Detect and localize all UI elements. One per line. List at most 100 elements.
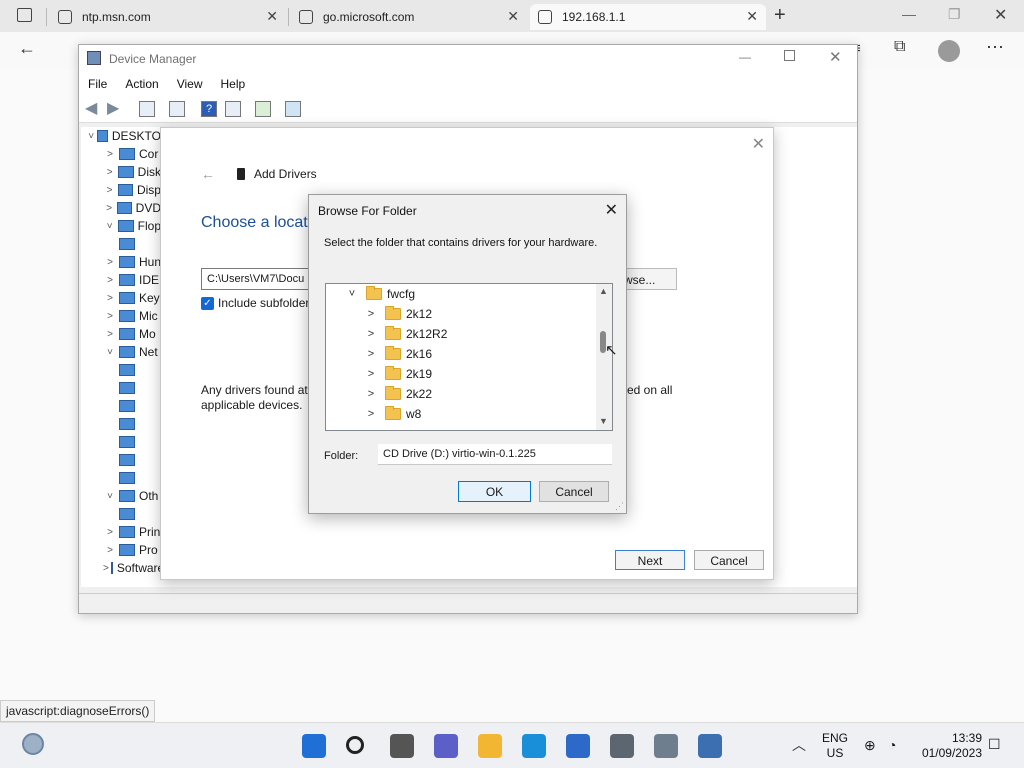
folder-path-field[interactable]: CD Drive (D:) virtio-win-0.1.225 <box>378 444 612 465</box>
chevron-right-icon[interactable]: > <box>103 167 116 178</box>
system-clock[interactable]: 13:39 01/09/2023 <box>922 731 982 761</box>
device-tree-row[interactable] <box>81 469 161 487</box>
chat-icon[interactable] <box>434 734 458 758</box>
task-view-icon[interactable] <box>390 734 414 758</box>
menu-help[interactable]: Help <box>212 73 255 95</box>
include-subfolders-checkbox[interactable]: ✓ Include subfolder <box>201 296 309 310</box>
update-driver-icon[interactable] <box>255 101 271 117</box>
settings-icon[interactable] <box>610 734 634 758</box>
tree-item-subfolder[interactable]: >2k19 <box>363 364 432 384</box>
chevron-right-icon[interactable]: > <box>103 563 109 574</box>
browse-button[interactable]: wse... <box>619 268 677 290</box>
device-tree-row[interactable]: ˅ Flop <box>81 217 161 235</box>
new-tab-icon[interactable]: + <box>774 4 786 27</box>
chevron-right-icon[interactable]: > <box>103 293 117 304</box>
chevron-right-icon[interactable]: > <box>363 328 379 340</box>
chevron-right-icon[interactable]: > <box>103 329 117 340</box>
properties-icon[interactable] <box>139 101 155 117</box>
widgets-icon[interactable] <box>22 733 44 755</box>
scroll-up-icon[interactable]: ▲ <box>599 286 608 296</box>
dialog-close-icon[interactable]: ✕ <box>605 200 618 220</box>
tree-item-subfolder[interactable]: >2k12 <box>363 304 432 324</box>
tab-actions-icon[interactable] <box>17 8 32 22</box>
tab-msn[interactable]: ntp.msn.com ✕ <box>50 4 286 30</box>
dm-close-icon[interactable]: ✕ <box>829 48 842 66</box>
menu-action[interactable]: Action <box>116 73 167 95</box>
dm-maximize-icon[interactable] <box>784 50 795 61</box>
chevron-right-icon[interactable]: > <box>103 311 117 322</box>
notification-icon[interactable]: ☐ <box>988 736 1001 753</box>
device-tree-row[interactable]: ˅ DESKTO <box>81 127 161 145</box>
chevron-right-icon[interactable]: > <box>103 527 117 538</box>
tab-close-icon[interactable]: ✕ <box>266 8 278 25</box>
search-icon[interactable] <box>346 736 364 754</box>
checkbox-checked-icon[interactable]: ✓ <box>201 296 214 310</box>
wizard-back-icon[interactable]: ← <box>201 166 215 182</box>
resize-grip-icon[interactable]: ⋰ <box>615 501 624 512</box>
tree-item-subfolder[interactable]: > w8 <box>363 404 421 424</box>
restore-icon[interactable]: ❐ <box>948 6 961 23</box>
folder-tree[interactable]: ˅ fwcfg >2k12 >2k12R2 >2k16 >2k19 >2k22 > w8 ▲… <box>325 283 613 431</box>
chevron-right-icon[interactable]: > <box>103 149 117 160</box>
device-tree-row[interactable]: > Disk <box>81 163 161 181</box>
back-icon[interactable]: ◀ <box>85 98 97 118</box>
device-tree-row[interactable]: > Hun <box>81 253 161 271</box>
wizard-cancel-button[interactable]: Cancel <box>694 550 764 570</box>
chevron-right-icon[interactable]: > <box>363 408 379 420</box>
device-tree-row[interactable] <box>81 397 161 415</box>
edge-icon[interactable] <box>522 734 546 758</box>
device-tree-row[interactable]: > Pro <box>81 541 161 559</box>
device-tree-row[interactable] <box>81 433 161 451</box>
tab-close-icon[interactable]: ✕ <box>746 8 758 25</box>
collections-icon[interactable]: ⧉ <box>894 38 905 56</box>
chevron-right-icon[interactable]: > <box>103 185 116 196</box>
device-tree-row[interactable] <box>81 361 161 379</box>
chevron-right-icon[interactable]: > <box>363 348 379 360</box>
chevron-right-icon[interactable]: > <box>103 203 115 214</box>
tab-close-icon[interactable]: ✕ <box>507 8 519 25</box>
dm-minimize-icon[interactable]: — <box>739 50 751 64</box>
next-button[interactable]: Next <box>615 550 685 570</box>
device-tree-row[interactable] <box>81 505 161 523</box>
chevron-down-icon[interactable]: ˅ <box>103 347 117 358</box>
device-tree-row[interactable]: > Mic <box>81 307 161 325</box>
menu-view[interactable]: View <box>168 73 212 95</box>
chevron-right-icon[interactable]: > <box>103 545 117 556</box>
menu-file[interactable]: File <box>79 73 116 95</box>
tree-item-fwcfg[interactable]: ˅ fwcfg <box>344 284 415 304</box>
chevron-right-icon[interactable]: > <box>103 257 117 268</box>
device-tree-row[interactable]: > Prin <box>81 523 161 541</box>
device-tree-row[interactable]: > DVD <box>81 199 161 217</box>
device-manager-icon[interactable] <box>654 734 678 758</box>
chevron-down-icon[interactable]: ˅ <box>344 288 360 300</box>
wizard-close-icon[interactable]: ✕ <box>752 134 765 154</box>
device-tree-row[interactable]: > Disp <box>81 181 161 199</box>
action-icon[interactable] <box>225 101 241 117</box>
device-tree-row[interactable]: > Cor <box>81 145 161 163</box>
more-menu-icon[interactable]: ⋯ <box>986 37 1004 58</box>
store-icon[interactable] <box>566 734 590 758</box>
device-tree-row[interactable]: > Mo <box>81 325 161 343</box>
file-explorer-icon[interactable] <box>478 734 502 758</box>
device-tree-row[interactable]: ˅ Oth <box>81 487 161 505</box>
chevron-down-icon[interactable]: ˅ <box>103 221 116 232</box>
device-tree-row[interactable]: > Key <box>81 289 161 307</box>
chevron-right-icon[interactable]: > <box>363 388 379 400</box>
volume-icon[interactable]: ◔ <box>888 737 896 753</box>
chevron-down-icon[interactable]: ˅ <box>87 131 95 142</box>
profile-avatar-icon[interactable] <box>938 40 960 62</box>
remote-desktop-icon[interactable] <box>698 734 722 758</box>
tree-item-subfolder[interactable]: >2k16 <box>363 344 432 364</box>
chevron-right-icon[interactable]: > <box>103 275 117 286</box>
device-tree-row[interactable]: > IDE <box>81 271 161 289</box>
network-icon[interactable]: ⊕ <box>864 737 876 754</box>
help-icon[interactable]: ? <box>201 101 217 117</box>
cancel-button[interactable]: Cancel <box>539 481 609 502</box>
start-icon[interactable] <box>302 734 326 758</box>
device-tree-row[interactable]: ˅ Net <box>81 343 161 361</box>
chevron-up-icon[interactable]: ︿ <box>792 735 806 755</box>
chevron-down-icon[interactable]: ˅ <box>103 491 117 502</box>
minimize-icon[interactable]: — <box>902 6 916 22</box>
tree-item-subfolder[interactable]: >2k12R2 <box>363 324 447 344</box>
close-window-icon[interactable]: ✕ <box>994 5 1007 25</box>
